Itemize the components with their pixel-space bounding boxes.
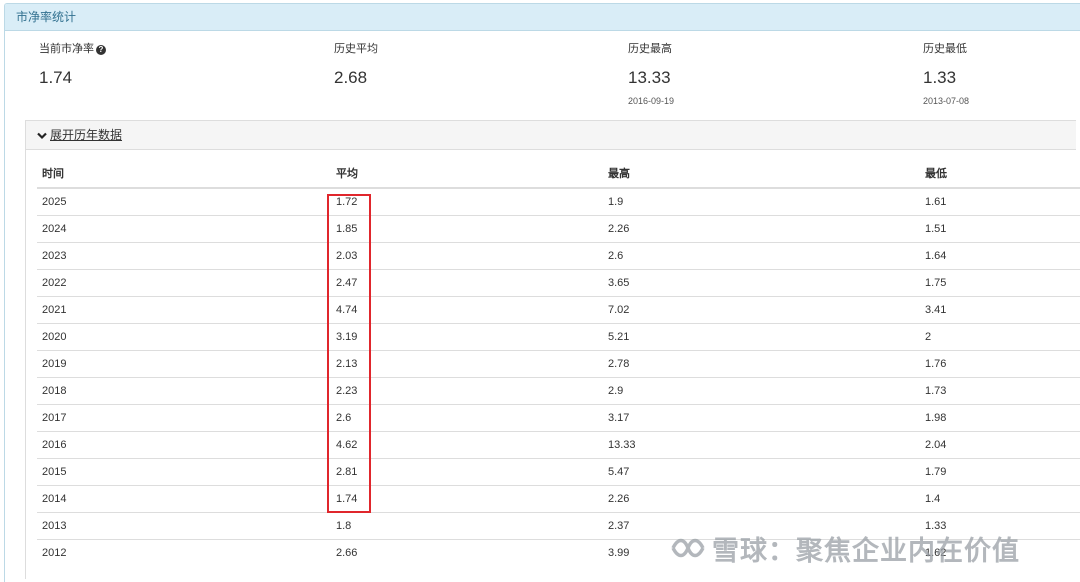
cell-average: 2.23 [331,376,603,404]
stat-average-value: 2.68 [334,68,368,87]
stat-lowest-label: 历史最低 [923,43,967,55]
cell-time: 2025 [37,187,331,215]
cell-low: 1.4 [920,484,1080,512]
column-header-time: 时间 [37,158,331,189]
cell-average: 2.66 [331,538,603,566]
cell-time: 2014 [37,484,331,512]
cell-low: 2.04 [920,430,1080,458]
cell-low: 3.41 [920,295,1080,323]
help-icon[interactable]: ? [96,45,106,55]
column-header-high: 最高 [603,158,920,189]
stat-highest-value: 13.33 [628,68,671,87]
cell-low: 2 [920,322,1080,350]
cell-average: 2.6 [331,403,603,431]
cell-average: 2.47 [331,268,603,296]
watermark: 雪球：聚焦企业内在价值 [670,528,1020,568]
cell-time: 2012 [37,538,331,566]
cell-average: 3.19 [331,322,603,350]
cell-low: 1.64 [920,241,1080,269]
table-row: 2015 2.81 5.47 1.79 [37,457,1080,485]
cell-high: 5.21 [603,322,920,350]
cell-time: 2022 [37,268,331,296]
table-row: 2023 2.03 2.6 1.64 [37,241,1080,269]
table-row: 2017 2.6 3.17 1.98 [37,403,1080,431]
cell-time: 2017 [37,403,331,431]
stat-current-label: 当前市净率 [39,43,94,55]
cell-time: 2018 [37,376,331,404]
stat-lowest-value: 1.33 [923,68,957,87]
history-table: 时间 平均 最高 最低 2025 1.72 1.9 1.61 2024 1.85 2.26 1… [37,158,1080,566]
stat-lowest-date: 2013-07-08 [923,96,970,106]
cell-high: 2.78 [603,349,920,377]
panel-title: 市净率统计 [5,4,1080,31]
cell-time: 2019 [37,349,331,377]
stat-highest-label: 历史最高 [628,43,672,55]
cell-high: 13.33 [603,430,920,458]
table-row: 2022 2.47 3.65 1.75 [37,268,1080,296]
stat-current-value: 1.74 [39,68,73,87]
stat-average-label: 历史平均 [334,43,378,55]
table-row: 2014 1.74 2.26 1.4 [37,484,1080,512]
cell-average: 2.13 [331,349,603,377]
cell-time: 2015 [37,457,331,485]
column-header-average: 平均 [331,158,603,189]
column-header-low: 最低 [920,158,1080,189]
cell-high: 2.9 [603,376,920,404]
cell-high: 7.02 [603,295,920,323]
cell-low: 1.79 [920,457,1080,485]
cell-time: 2021 [37,295,331,323]
table-row: 2021 4.74 7.02 3.41 [37,295,1080,323]
table-row: 2020 3.19 5.21 2 [37,322,1080,350]
history-toggle-label[interactable]: 展开历年数据 [50,128,122,142]
cell-low: 1.51 [920,214,1080,242]
history-toggle[interactable]: 展开历年数据 [26,121,1076,150]
cell-time: 2023 [37,241,331,269]
cell-low: 1.73 [920,376,1080,404]
history-panel: 展开历年数据 时间 平均 最高 最低 2025 1.72 1.9 1.61 2024 1.… [25,120,1080,579]
table-row: 2025 1.72 1.9 1.61 [37,187,1080,215]
table-row: 2024 1.85 2.26 1.51 [37,214,1080,242]
stat-highest-date: 2016-09-19 [628,96,675,106]
cell-average: 1.8 [331,511,603,539]
cell-low: 1.61 [920,187,1080,215]
cell-low: 1.98 [920,403,1080,431]
average-column-highlight [327,194,371,513]
cell-high: 3.17 [603,403,920,431]
table-row: 2018 2.23 2.9 1.73 [37,376,1080,404]
cell-time: 2024 [37,214,331,242]
snowball-logo-icon [671,538,705,558]
cell-average: 4.74 [331,295,603,323]
cell-average: 4.62 [331,430,603,458]
cell-average: 2.81 [331,457,603,485]
cell-high: 1.9 [603,187,920,215]
cell-time: 2020 [37,322,331,350]
cell-average: 2.03 [331,241,603,269]
cell-high: 3.65 [603,268,920,296]
cell-high: 5.47 [603,457,920,485]
table-row: 2016 4.62 13.33 2.04 [37,430,1080,458]
cell-average: 1.74 [331,484,603,512]
cell-average: 1.72 [331,187,603,215]
cell-time: 2013 [37,511,331,539]
cell-low: 1.75 [920,268,1080,296]
cell-time: 2016 [37,430,331,458]
chevron-down-icon [37,122,47,151]
cell-low: 1.76 [920,349,1080,377]
cell-high: 2.26 [603,214,920,242]
table-row: 2019 2.13 2.78 1.76 [37,349,1080,377]
cell-high: 2.6 [603,241,920,269]
cell-average: 1.85 [331,214,603,242]
table-header-row: 时间 平均 最高 最低 [37,158,1080,189]
watermark-text: 雪球：聚焦企业内在价值 [712,535,1020,566]
cell-high: 2.26 [603,484,920,512]
